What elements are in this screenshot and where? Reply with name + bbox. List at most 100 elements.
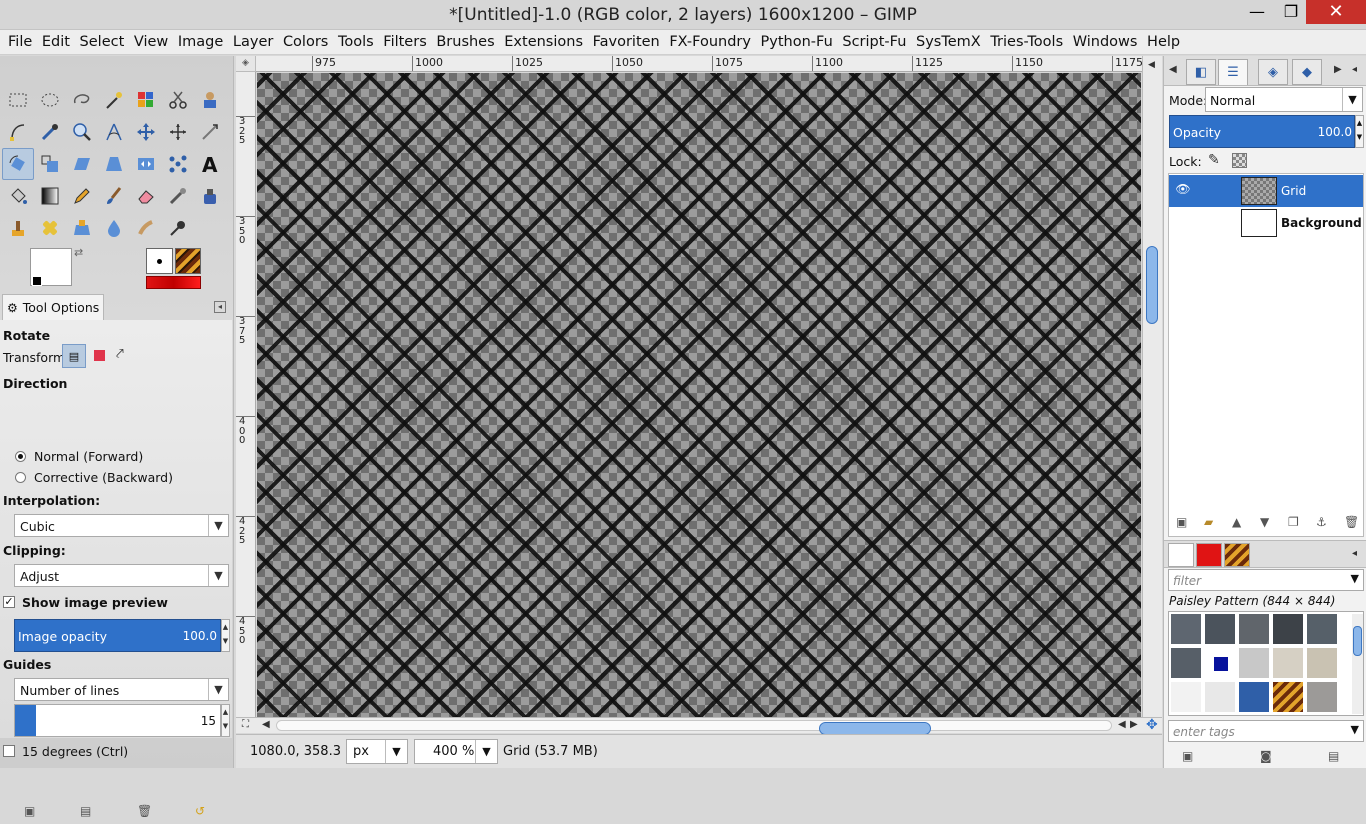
- perspective-tool-icon[interactable]: [98, 148, 130, 180]
- tab-channels[interactable]: ◧: [1186, 59, 1216, 85]
- navigation-icon[interactable]: ✥: [1146, 717, 1158, 733]
- paintbrush-icon[interactable]: [98, 180, 130, 212]
- default-colors-icon[interactable]: [32, 276, 42, 286]
- vertical-scrollbar[interactable]: ◀: [1142, 56, 1162, 718]
- pattern-swatch[interactable]: [1238, 613, 1270, 645]
- scroll-left-icon[interactable]: ◀: [1118, 719, 1126, 730]
- pattern-swatch[interactable]: [1306, 647, 1338, 679]
- scroll-left-icon[interactable]: ◀: [262, 719, 270, 730]
- pattern-swatch[interactable]: [1204, 613, 1236, 645]
- pencil-icon[interactable]: [66, 180, 98, 212]
- pattern-swatch[interactable]: [1170, 647, 1202, 679]
- save-options-icon[interactable]: ▣: [24, 804, 35, 818]
- zoom-select[interactable]: 400 % ▼: [414, 739, 498, 764]
- vertical-scroll-thumb[interactable]: [1146, 246, 1158, 324]
- delete-layer-icon[interactable]: 🗑: [1344, 515, 1359, 529]
- tab-menu-icon[interactable]: ◂: [1352, 548, 1357, 559]
- anchor-layer-icon[interactable]: ⚓: [1316, 515, 1327, 529]
- menu-extensions[interactable]: Extensions: [500, 34, 587, 50]
- swap-colors-icon[interactable]: ⇄: [74, 246, 83, 259]
- lock-alpha-icon[interactable]: [1232, 153, 1247, 168]
- clone-tool-icon[interactable]: [2, 212, 34, 244]
- menu-tries-tools[interactable]: Tries-Tools: [986, 34, 1067, 50]
- pattern-swatch[interactable]: [1272, 613, 1304, 645]
- rotate-tool-icon[interactable]: [2, 148, 34, 180]
- pattern-swatch[interactable]: [1306, 681, 1338, 713]
- open-pattern-icon[interactable]: ▤: [1328, 749, 1339, 763]
- menu-layer[interactable]: Layer: [229, 34, 277, 50]
- menu-help[interactable]: Help: [1143, 34, 1184, 50]
- shear-tool-icon[interactable]: [66, 148, 98, 180]
- menu-script-fu[interactable]: Script-Fu: [838, 34, 910, 50]
- zoom-icon[interactable]: [66, 116, 98, 148]
- free-select-icon[interactable]: [66, 84, 98, 116]
- pattern-swatch[interactable]: [1272, 681, 1304, 713]
- cage-transform-icon[interactable]: [162, 148, 194, 180]
- tab-layers[interactable]: ☰: [1218, 59, 1248, 85]
- ink-tool-icon[interactable]: [194, 180, 226, 212]
- patterns-grid[interactable]: [1168, 611, 1364, 716]
- tabs-scroll-right-icon[interactable]: ▶: [1334, 64, 1342, 75]
- blur-tool-icon[interactable]: [98, 212, 130, 244]
- measure-icon[interactable]: [98, 116, 130, 148]
- airbrush-icon[interactable]: [162, 180, 194, 212]
- foreground-select-icon[interactable]: [194, 84, 226, 116]
- tab-gradients[interactable]: [1196, 543, 1222, 567]
- pattern-swatch[interactable]: [1204, 681, 1236, 713]
- menu-file[interactable]: File: [4, 34, 36, 50]
- interpolation-select[interactable]: Cubic ▼: [14, 514, 229, 537]
- eye-icon[interactable]: 👁: [1173, 182, 1193, 200]
- menu-python-fu[interactable]: Python-Fu: [757, 34, 837, 50]
- delete-options-icon[interactable]: 🗑: [137, 804, 152, 818]
- paths-icon[interactable]: [2, 116, 34, 148]
- menu-tools[interactable]: Tools: [334, 34, 378, 50]
- image-opacity-slider[interactable]: Image opacity 100.0: [14, 619, 221, 652]
- horizontal-ruler[interactable]: 975 1000 1025 1050 1075 1100 1125 1150 1…: [256, 56, 1142, 72]
- horizontal-scrollbar[interactable]: ⛶ ◀ ◀ ▶: [236, 717, 1162, 735]
- rect-select-icon[interactable]: [2, 84, 34, 116]
- refresh-patterns-icon[interactable]: ◙: [1260, 749, 1272, 763]
- align-icon[interactable]: [162, 116, 194, 148]
- patterns-scrollbar[interactable]: [1352, 614, 1363, 714]
- fuzzy-select-icon[interactable]: [98, 84, 130, 116]
- bucket-fill-icon[interactable]: [2, 180, 34, 212]
- layer-opacity-slider[interactable]: Opacity 100.0: [1169, 115, 1355, 148]
- scale-tool-icon[interactable]: [34, 148, 66, 180]
- menu-windows[interactable]: Windows: [1069, 34, 1142, 50]
- restore-options-icon[interactable]: ▤: [80, 804, 91, 818]
- pattern-swatch[interactable]: [1272, 647, 1304, 679]
- pattern-tags-input[interactable]: enter tags ▼: [1168, 720, 1364, 742]
- menu-edit[interactable]: Edit: [38, 34, 74, 50]
- pattern-swatch[interactable]: [1204, 647, 1236, 679]
- tab-paths[interactable]: ◈: [1258, 59, 1288, 85]
- image-canvas[interactable]: [257, 73, 1141, 717]
- reset-options-icon[interactable]: ↺: [195, 804, 205, 818]
- horizontal-scroll-track[interactable]: [276, 720, 1112, 735]
- menu-systemx[interactable]: SysTemX: [912, 34, 985, 50]
- tab-brushes[interactable]: [1168, 543, 1194, 567]
- direction-normal-radio[interactable]: [15, 451, 26, 462]
- menu-colors[interactable]: Colors: [279, 34, 332, 50]
- guide-lines-slider[interactable]: 15: [14, 704, 221, 737]
- clipping-select[interactable]: Adjust ▼: [14, 564, 229, 587]
- guides-select[interactable]: Number of lines ▼: [14, 678, 229, 701]
- navigate-icon[interactable]: ⛶: [242, 719, 249, 730]
- close-button[interactable]: ✕: [1306, 0, 1366, 24]
- flip-tool-icon[interactable]: [130, 148, 162, 180]
- new-layer-icon[interactable]: ▣: [1176, 515, 1187, 529]
- select-by-color-icon[interactable]: [130, 84, 162, 116]
- lock-pixels-icon[interactable]: ✎: [1208, 152, 1220, 168]
- text-tool-icon[interactable]: A: [194, 148, 226, 180]
- active-brush-preview[interactable]: [146, 248, 173, 274]
- layer-row-grid[interactable]: 👁 Grid: [1169, 175, 1363, 207]
- menu-select[interactable]: Select: [76, 34, 129, 50]
- eraser-icon[interactable]: [130, 180, 162, 212]
- active-gradient-preview[interactable]: [146, 276, 201, 289]
- edit-pattern-icon[interactable]: ▣: [1182, 749, 1193, 763]
- direction-corrective-radio[interactable]: [15, 472, 26, 483]
- transform-path-icon[interactable]: ⤤: [116, 346, 124, 362]
- color-picker-icon[interactable]: [34, 116, 66, 148]
- smudge-tool-icon[interactable]: [130, 212, 162, 244]
- visibility-toggle[interactable]: [1173, 214, 1193, 232]
- layer-mode-select[interactable]: Normal ▼: [1205, 87, 1363, 112]
